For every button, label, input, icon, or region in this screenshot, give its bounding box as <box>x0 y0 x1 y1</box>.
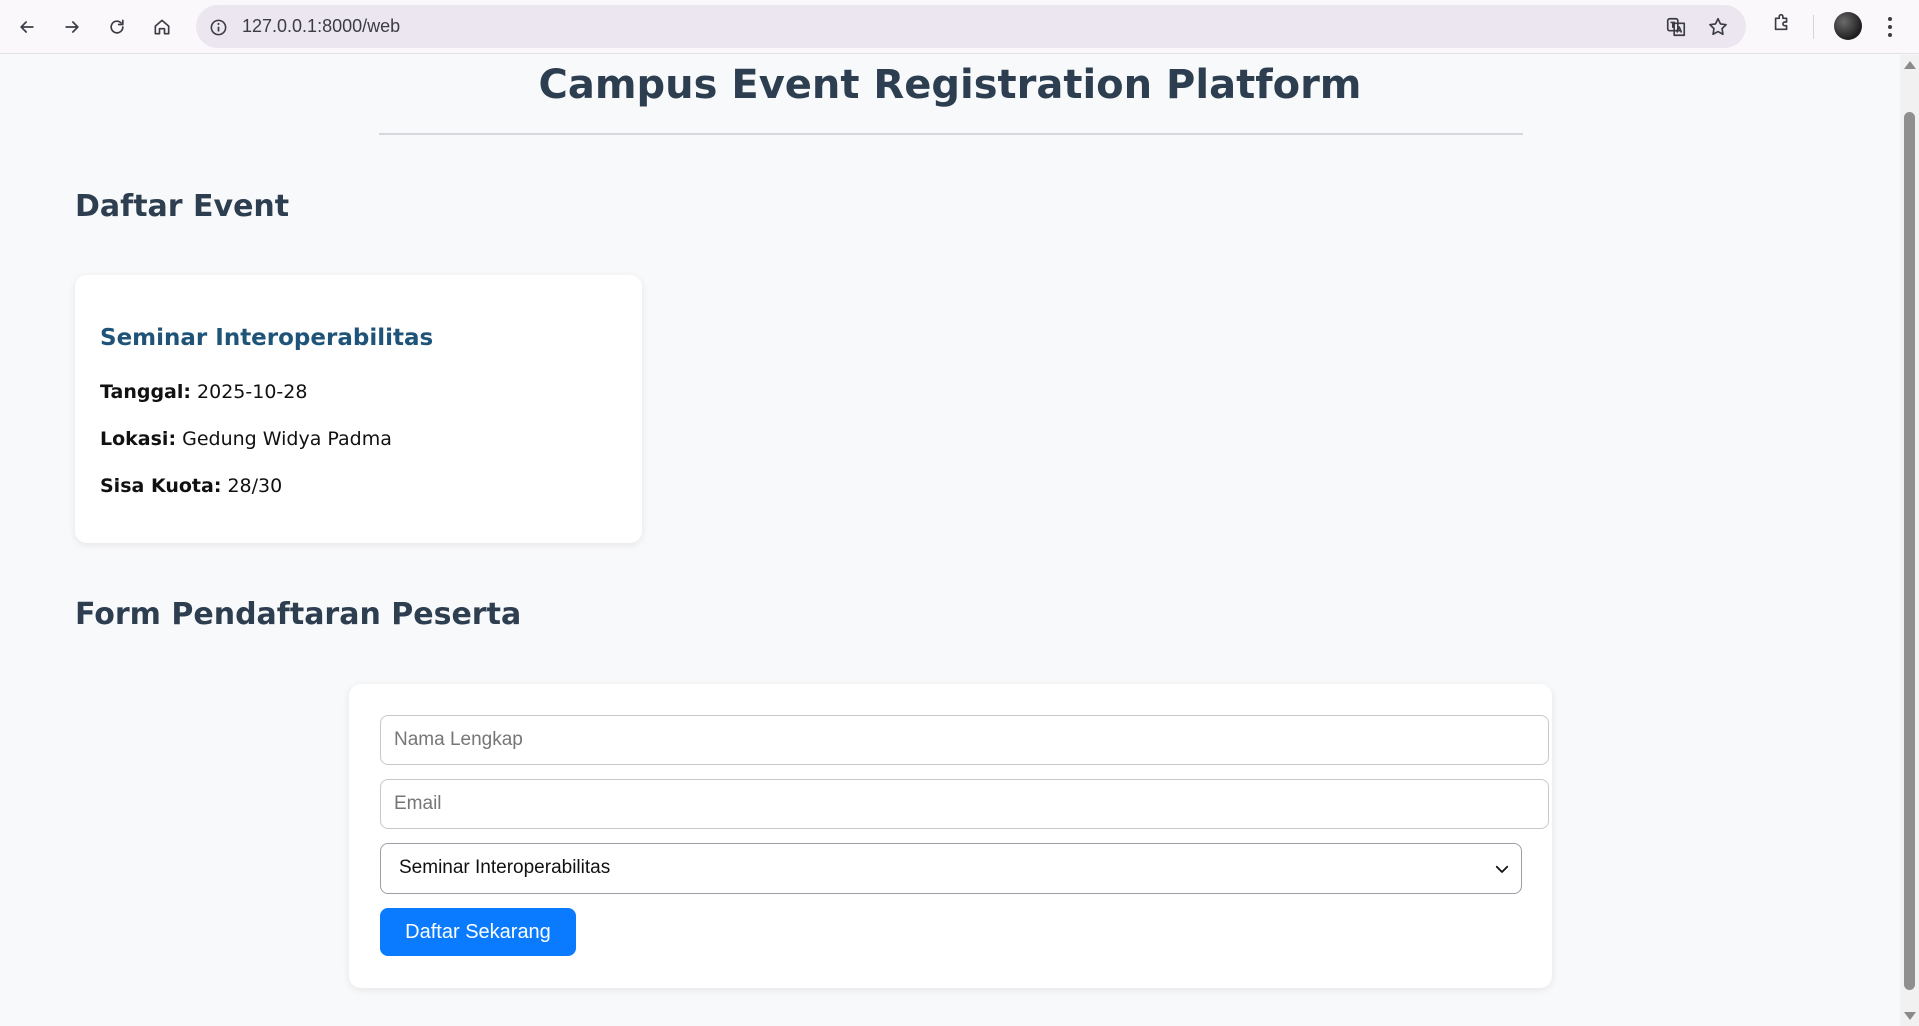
kebab-menu-icon[interactable] <box>1880 12 1900 42</box>
home-button[interactable] <box>143 8 181 46</box>
event-date: Tanggal: 2025-10-28 <box>100 381 307 403</box>
puzzle-icon <box>1774 13 1788 31</box>
events-heading: Daftar Event <box>75 189 290 224</box>
page-scrollbar[interactable] <box>1900 55 1919 1026</box>
extensions-button[interactable] <box>1768 8 1796 36</box>
event-date-label: Tanggal: <box>100 381 191 403</box>
event-date-value: 2025-10-28 <box>197 381 308 403</box>
register-button[interactable]: Daftar Sekarang <box>380 908 576 956</box>
event-quota: Sisa Kuota: 28/30 <box>100 475 282 497</box>
chevron-down-icon <box>1493 860 1511 878</box>
event-card: Seminar Interoperabilitas Tanggal: 2025-… <box>75 275 642 543</box>
event-title: Seminar Interoperabilitas <box>100 325 434 351</box>
forward-button[interactable] <box>53 8 91 46</box>
address-bar[interactable]: 127.0.0.1:8000/web <box>196 5 1746 48</box>
scroll-down-icon[interactable] <box>1904 1012 1916 1020</box>
page-title: Campus Event Registration Platform <box>538 62 1362 108</box>
arrow-left-icon <box>20 21 34 33</box>
event-select[interactable]: Seminar Interoperabilitas <box>380 843 1522 894</box>
back-button[interactable] <box>8 8 46 46</box>
event-select-value: Seminar Interoperabilitas <box>399 857 611 878</box>
page-content: Campus Event Registration Platform Dafta… <box>0 55 1900 1026</box>
event-quota-value: 28/30 <box>227 475 283 497</box>
form-heading: Form Pendaftaran Peserta <box>75 597 522 632</box>
translate-button[interactable] <box>1662 13 1690 41</box>
bookmark-button[interactable] <box>1704 13 1732 41</box>
info-icon <box>210 19 226 35</box>
reload-icon <box>110 19 124 34</box>
event-location-label: Lokasi: <box>100 428 177 450</box>
site-info-button[interactable] <box>206 15 230 39</box>
toolbar-separator <box>1813 15 1814 39</box>
event-location-value: Gedung Widya Padma <box>182 428 392 450</box>
registration-form: Seminar Interoperabilitas Daftar Sekaran… <box>349 684 1552 988</box>
reload-button[interactable] <box>98 8 136 46</box>
scroll-up-icon[interactable] <box>1904 61 1916 69</box>
title-divider <box>379 133 1523 135</box>
avatar[interactable] <box>1834 12 1862 40</box>
translate-icon <box>1666 17 1686 37</box>
url-text[interactable]: 127.0.0.1:8000/web <box>242 16 400 37</box>
event-location: Lokasi: Gedung Widya Padma <box>100 428 392 450</box>
arrow-right-icon <box>65 21 79 33</box>
full-name-input[interactable] <box>380 715 1549 765</box>
email-input[interactable] <box>380 779 1549 829</box>
star-icon <box>1709 17 1727 36</box>
browser-toolbar: 127.0.0.1:8000/web <box>0 0 1919 54</box>
scrollbar-thumb[interactable] <box>1904 112 1915 990</box>
home-icon <box>154 19 170 35</box>
event-quota-label: Sisa Kuota: <box>100 475 222 497</box>
